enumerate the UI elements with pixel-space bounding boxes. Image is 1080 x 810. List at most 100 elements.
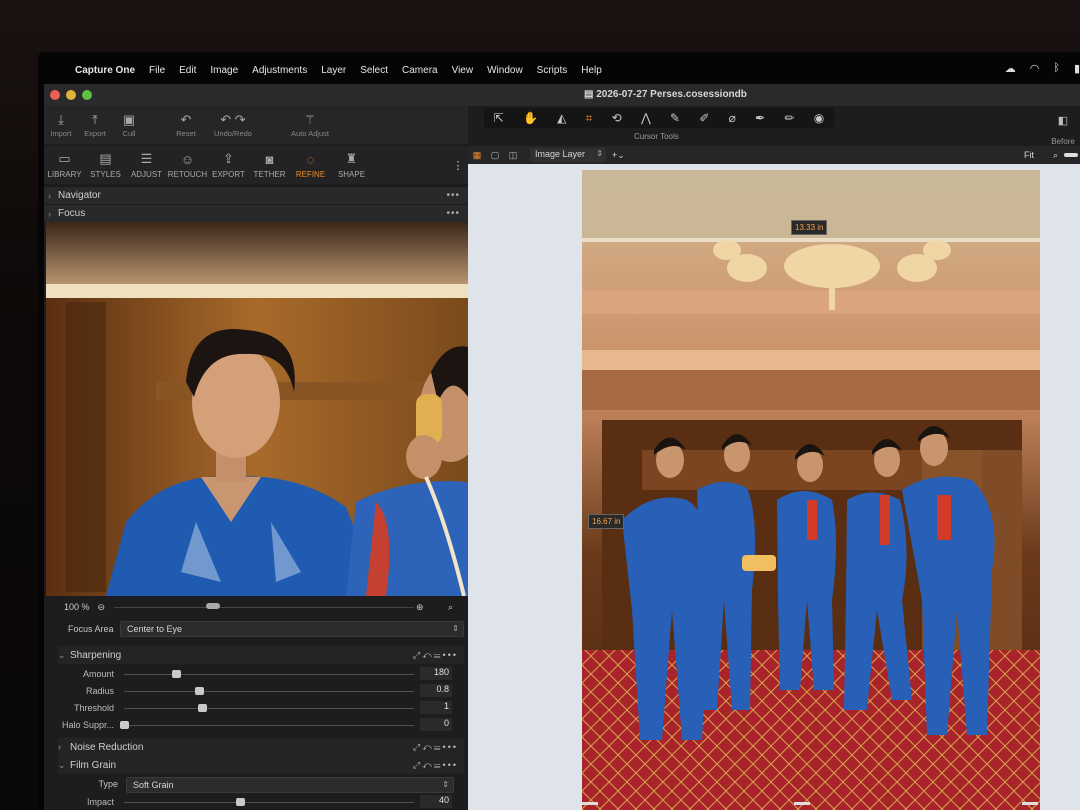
annotate-icon[interactable]: ✏ [784,111,794,125]
camera-icon: ◙ [265,151,274,167]
color-picker-icon[interactable]: ✒ [755,111,765,125]
slider-value[interactable]: 0.8 [420,684,452,697]
bluetooth-icon[interactable]: ᛒ [1053,62,1060,75]
tool-actions-icon[interactable]: ⤢↶☰••• [413,650,458,661]
layer-select-icon[interactable]: ◭ [557,111,566,125]
tab-retouch[interactable]: ☺ RETOUCH [167,146,208,184]
before-button[interactable]: ◧ Before [1048,114,1078,146]
menu-file[interactable]: File [142,65,172,76]
tab-shape[interactable]: ♜ SHAPE [331,146,372,184]
film-grain-header[interactable]: ⌄ Film Grain ⤢↶☰••• [58,756,464,774]
impact-value[interactable]: 40 [420,795,452,808]
fit-zoom[interactable]: Fit [1024,150,1034,160]
menu-app-name[interactable]: Capture One [68,65,142,76]
creative-cloud-icon[interactable]: ☁ [1005,62,1016,75]
keystone-icon[interactable]: ⋀ [641,111,651,125]
close-icon[interactable] [50,90,60,100]
panel-menu-icon[interactable]: ••• [446,190,460,201]
menu-adjustments[interactable]: Adjustments [245,65,314,76]
search-icon[interactable]: ⌕ [448,602,453,613]
focus-preview[interactable] [46,222,468,596]
undo-redo-button[interactable]: ↶ ↷ Undo/Redo [206,106,260,144]
impact-slider-row: Impact 40 [58,794,464,810]
slider-thumb[interactable] [120,721,129,729]
panel-menu-icon[interactable]: ••• [446,208,460,219]
auto-adjust-button[interactable]: ⚚ Auto Adjust [280,106,340,144]
menu-scripts[interactable]: Scripts [530,65,575,76]
reset-button[interactable]: ↶ Reset [166,106,206,144]
impact-slider[interactable] [124,802,414,803]
cull-button[interactable]: ▣ Cull [112,106,146,144]
zoom-slider[interactable] [114,607,414,608]
slider-track[interactable] [124,674,414,675]
focus-area-select[interactable]: Center to Eye ⇕ [120,621,464,637]
zoom-slider-thumb[interactable] [206,603,220,609]
tool-actions-icon[interactable]: ⤢↶☰••• [413,760,458,771]
sharpening-header[interactable]: ⌄ Sharpening ⤢↶☰••• [58,646,464,664]
menu-edit[interactable]: Edit [172,65,203,76]
minimize-icon[interactable] [66,90,76,100]
zoom-out-icon[interactable]: ⊖ [98,602,106,613]
slider-track[interactable] [124,708,414,709]
slider-value[interactable]: 0 [420,718,452,731]
chevron-down-icon: ⌄ [58,649,66,660]
menu-camera[interactable]: Camera [395,65,445,76]
slider-track[interactable] [124,725,414,726]
tab-adjust[interactable]: ☰ ADJUST [126,146,167,184]
impact-slider-thumb[interactable] [236,798,245,806]
main-photo[interactable]: 13.33 in 16.67 in [582,170,1040,810]
slider-thumb[interactable] [172,670,182,678]
menu-view[interactable]: View [445,65,481,76]
menu-help[interactable]: Help [574,65,609,76]
airdrop-icon[interactable]: ◠ [1030,62,1040,75]
grain-type-select[interactable]: Soft Grain ⇕ [126,777,454,793]
slider-track[interactable] [124,691,414,692]
slider-value[interactable]: 1 [420,701,452,714]
spot-removal-icon[interactable]: ✎ [670,111,680,125]
tab-tether[interactable]: ◙ TETHER [249,146,290,184]
navigator-panel-header[interactable]: › Navigator ••• [44,186,468,204]
white-balance-icon[interactable]: ◉ [814,111,824,125]
tab-export[interactable]: ⇪ EXPORT [208,146,249,184]
brush-icon[interactable]: ✐ [699,111,709,125]
focus-panel-header[interactable]: › Focus ••• [44,204,468,222]
pan-icon[interactable]: ✋ [523,111,538,125]
layer-select[interactable]: Image Layer ⇕ [530,148,606,162]
grid-view-icon[interactable]: ▦ [468,150,486,161]
rotate-icon[interactable]: ⟲ [612,111,622,125]
slider-thumb[interactable] [195,687,205,695]
compare-view-icon[interactable]: ◫ [504,150,522,161]
select-cursor-icon[interactable]: ⇱ [494,111,504,125]
menu-select[interactable]: Select [353,65,395,76]
viewer-zoom-slider[interactable] [1064,153,1078,157]
zoom-in-icon[interactable]: ⊕ [416,602,424,613]
search-icon[interactable]: ⌕ [1053,150,1058,161]
add-layer-icon[interactable]: +⌄ [612,150,625,161]
tab-library[interactable]: ▭ LIBRARY [44,146,85,184]
zoom-level: 100 % [64,602,90,612]
noise-reduction-header[interactable]: › Noise Reduction ⤢↶☰••• [58,738,464,756]
slider-value[interactable]: 180 [420,667,452,680]
shape-icon: ♜ [345,151,358,166]
tool-actions-icon[interactable]: ⤢↶☰••• [413,742,458,753]
tab-styles[interactable]: ▤ STYLES [85,146,126,184]
menu-image[interactable]: Image [203,65,245,76]
sharpening-slider-row: Radius 0.8 [58,683,464,700]
battery-icon[interactable]: ▮ [1074,62,1080,75]
tab-refine[interactable]: ◌ REFINE [290,146,331,184]
gradient-icon[interactable]: ⌀ [729,111,736,125]
zoom-icon[interactable] [82,90,92,100]
menu-window[interactable]: Window [480,65,530,76]
single-view-icon[interactable]: ▢ [486,150,504,161]
crop-icon[interactable]: ⌗ [586,111,593,126]
more-icon[interactable]: ⋮ [448,146,468,184]
sliders-icon: ☰ [140,151,153,166]
slider-thumb[interactable] [198,704,208,712]
export-button[interactable]: ⤒ Export [78,106,112,144]
tool-tabs: ▭ LIBRARY ▤ STYLES ☰ ADJUST ☺ RETOUCH ⇪ EXPOR… [44,146,468,184]
import-button[interactable]: ⤓ Import [44,106,78,144]
window-controls [50,90,92,100]
menu-layer[interactable]: Layer [314,65,353,76]
cull-icon: ▣ [122,111,136,127]
focus-zoom-row: 100 % ⊖ ⊕ ⌕ [44,598,468,616]
